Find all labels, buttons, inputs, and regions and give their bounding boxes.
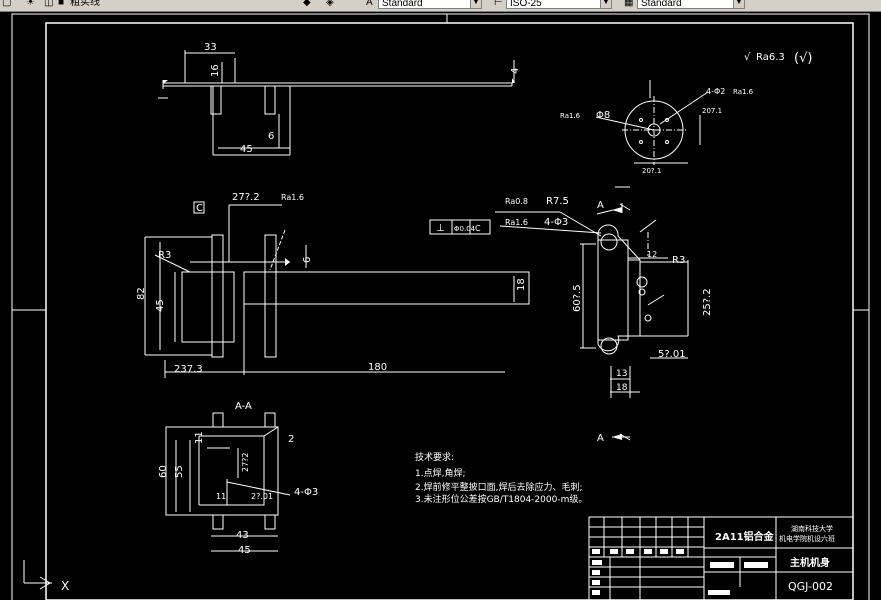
top-dim-45: 45 [240,144,253,155]
section-mark-bottom: A [597,433,604,444]
main-dim-2373: 237.3 [174,364,203,375]
main-r3: R3 [158,250,171,261]
drawing-border [45,22,854,600]
side-dim-13: 13 [616,369,627,379]
circle-ra16-right: Ra1.6 [733,88,754,96]
arrowheads [163,78,622,440]
main-dim-45: 45 [155,299,166,312]
section-dim-55: 55 [174,465,185,478]
side-dim-5701: 5?.01 [658,349,686,360]
section-dim-45: 45 [238,545,251,556]
fcf-datum: C [475,224,481,233]
section-hole: 4-Φ3 [294,487,318,498]
section-dim-2701: 2?.01 [251,492,273,501]
main-dim-82: 82 [136,287,147,300]
chevron-down-icon: ▼ [470,0,481,8]
notes-line-1: 1.点焊,角焊; [415,467,465,479]
section-dim-60: 60 [158,465,169,478]
main-dim-2772: 27?.2 [232,192,260,203]
top-dim-33: 33 [204,42,217,53]
roughness-label: Ra6.3 [756,52,785,63]
table-style-select[interactable]: Standard ▼ [637,0,745,9]
side-ra08: Ra0.8 [505,197,528,206]
ucs-icon [23,560,52,590]
ucs-x-label: X [61,579,69,593]
side-ra16: Ra1.6 [505,218,528,227]
roughness-symbol-icon: √ [744,52,751,63]
title-school-line2: 机电学院机设六班 [779,534,835,543]
dim-style-value: ISO-25 [510,0,542,9]
side-view [429,203,689,441]
layer-lock-icon[interactable]: ◫ [44,0,56,9]
side-hole: 4-Φ3 [544,217,568,228]
notes-title: 技术要求: [415,451,454,463]
cad-drawing-canvas[interactable]: 33 16 4 6 45 C 27?.2 Ra1.6 R3 82 45 6 18… [0,11,881,600]
layer-manager-icon[interactable]: ◆ [303,0,315,9]
section-dim-272: 27?2 [241,452,250,472]
circle-dim-2071-right: 207.1 [702,107,722,115]
text-style-value: Standard [382,0,423,9]
title-drawing-no: QGJ-002 [788,580,833,593]
top-dim-16: 16 [210,64,221,77]
side-r3: R3 [672,255,685,266]
notes-line-2: 2.焊前修平整披口面,焊后去除应力、毛刺; [415,481,582,493]
table-style-value: Standard [641,0,682,9]
side-dim-12: 12 [647,250,657,259]
text-style-icon[interactable]: A [366,0,378,9]
title-school-line1: 湖南科技大学 [791,524,833,533]
side-dim-6025: 60?.5 [572,284,583,312]
top-dim-4: 4 [510,68,521,74]
layer-name[interactable]: 粗实线 [70,0,100,10]
main-dim-6: 6 [302,257,313,263]
side-r75: R7.5 [546,196,569,207]
title-material: 2A11铝合金 [715,530,775,543]
notes-line-3: 3.未注形位公差按GB/T1804-2000-m级。 [415,493,587,505]
circle-hole: 4-Φ2 [706,87,725,96]
main-dim-18: 18 [516,278,527,291]
fcf-tolerance: Φ0.04 [454,225,476,233]
new-icon[interactable]: ▢ [2,0,14,9]
chevron-down-icon: ▼ [600,0,611,8]
section-dim-43: 43 [236,530,249,541]
top-dim-6: 6 [268,131,274,142]
fcf-perpendicular-icon: ⊥ [436,223,445,234]
main-dim-180: 180 [368,362,387,373]
dim-style-select[interactable]: ISO-25 ▼ [506,0,612,9]
datum-c: C [196,203,203,214]
section-dim-2: 2 [288,434,294,445]
circle-ra16-left: Ra1.6 [560,112,581,120]
section-dim-11-bot: 11 [216,492,226,501]
side-dim-18: 18 [616,383,628,393]
main-ra16: Ra1.6 [281,193,304,202]
circle-dia8: Φ8 [596,110,610,121]
text-style-select[interactable]: Standard ▼ [378,0,482,9]
circle-dim-2071-bottom: 20?.1 [642,167,661,175]
side-dim-2572: 25?.2 [702,288,713,316]
dim-style-icon[interactable]: ⊢ [494,0,506,9]
layer-freeze-icon[interactable]: ☀ [26,0,38,9]
section-aa-view [165,412,291,552]
section-mark-top: A [597,200,604,211]
roughness-paren: (√) [794,51,812,66]
section-aa-title: A-A [235,401,252,412]
chevron-down-icon: ▼ [733,0,744,8]
layer-color-icon[interactable]: ■ [58,0,70,9]
outer-frame [11,13,870,600]
section-dim-11-top: 11 [194,431,205,444]
table-style-icon[interactable]: ▦ [624,0,636,9]
layer-previous-icon[interactable]: ◈ [326,0,338,9]
title-part-name: 主机机身 [790,556,830,569]
